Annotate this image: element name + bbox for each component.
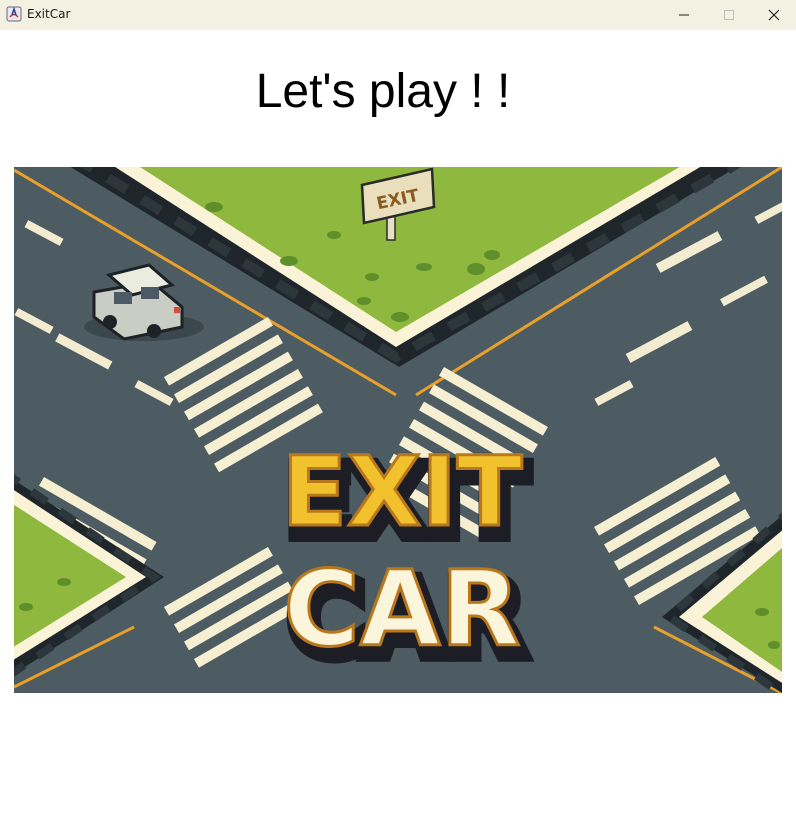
minimize-button[interactable] [661, 0, 707, 30]
cover-image: EXIT EXIT EXIT CAR CAR [14, 167, 782, 693]
close-icon [768, 9, 780, 21]
title-bar[interactable]: ExitCar [0, 0, 796, 30]
svg-text:EXIT: EXIT [282, 436, 523, 548]
exit-car-logo: EXIT EXIT CAR CAR [280, 435, 535, 688]
maximize-button[interactable] [706, 0, 752, 30]
java-app-icon [6, 6, 22, 22]
minimize-icon [679, 14, 689, 16]
window-title: ExitCar [27, 7, 71, 21]
maximize-icon [724, 10, 734, 20]
svg-text:CAR: CAR [284, 548, 521, 670]
close-button[interactable] [751, 0, 796, 30]
page-heading: Let's play ! ! [255, 65, 511, 118]
